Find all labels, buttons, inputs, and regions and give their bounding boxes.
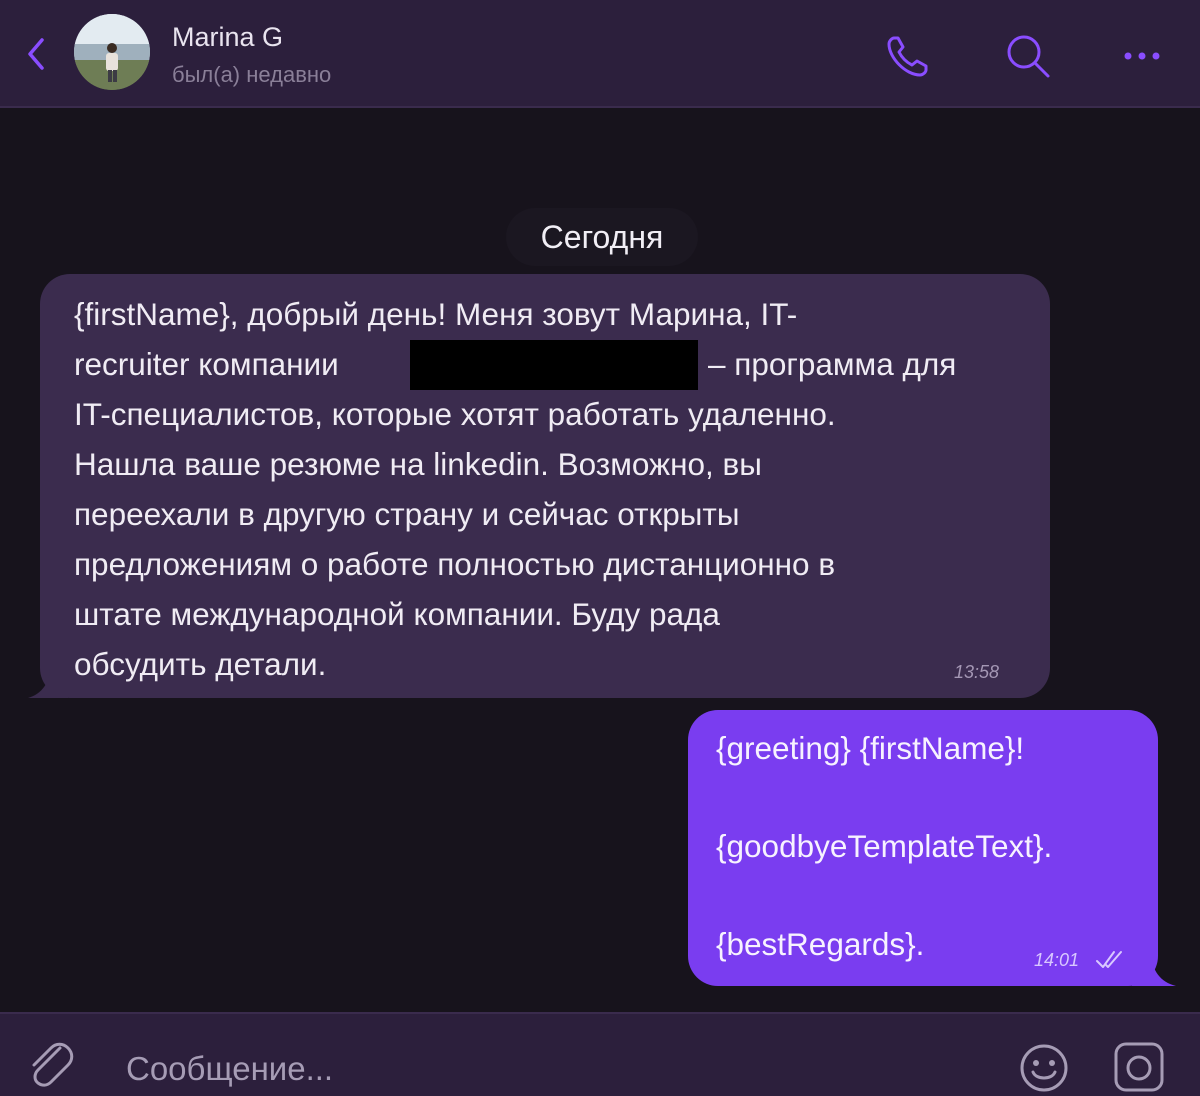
date-divider: Сегодня (506, 208, 698, 266)
more-icon[interactable] (1114, 28, 1170, 84)
incoming-bubble-tail (28, 668, 68, 698)
incoming-message-line: обсудить детали. (74, 646, 327, 682)
emoji-icon[interactable] (1016, 1040, 1072, 1096)
outgoing-message-line: {goodbyeTemplateText}. (716, 828, 1053, 864)
camera-icon[interactable] (1110, 1038, 1168, 1096)
incoming-message-time: 13:58 (954, 662, 1000, 682)
incoming-message-line: штате международной компании. Буду рада (74, 596, 720, 632)
incoming-message-bubble[interactable] (40, 274, 1050, 698)
outgoing-message-line: {greeting} {firstName}! (716, 730, 1025, 766)
message-input[interactable] (126, 1046, 726, 1092)
read-receipt-icon (1094, 946, 1126, 972)
incoming-message-line: IT-специалистов, которые хотят работать … (74, 396, 836, 432)
incoming-message-line: переехали в другую страну и сейчас откры… (74, 496, 740, 532)
redacted-company-name (410, 340, 698, 390)
outgoing-message-line: {bestRegards}. (716, 926, 925, 962)
incoming-message-line: {firstName}, добрый день! Меня зовут Мар… (74, 296, 798, 332)
contact-status: был(а) недавно (172, 62, 332, 87)
search-icon[interactable] (1000, 28, 1056, 84)
contact-name[interactable]: Marina G (172, 22, 283, 53)
outgoing-message-time: 14:01 (1034, 950, 1080, 970)
phone-icon[interactable] (880, 28, 936, 84)
incoming-message-line: recruiter компании (74, 346, 339, 382)
back-chevron-icon[interactable] (22, 34, 52, 74)
avatar[interactable] (74, 14, 150, 90)
incoming-message-line: предложениям о работе полностью дистанци… (74, 546, 836, 582)
chat-header: Marina G был(а) недавно (0, 0, 1200, 108)
incoming-message-line: – программа для (708, 346, 957, 382)
attach-icon[interactable] (22, 1034, 74, 1090)
outgoing-bubble-tail (1132, 956, 1176, 986)
incoming-message-line: Нашла ваше резюме на linkedin. Возможно,… (74, 446, 762, 482)
chat-screen: Marina G был(а) недавно Сегодня {firstNa (0, 0, 1200, 1096)
